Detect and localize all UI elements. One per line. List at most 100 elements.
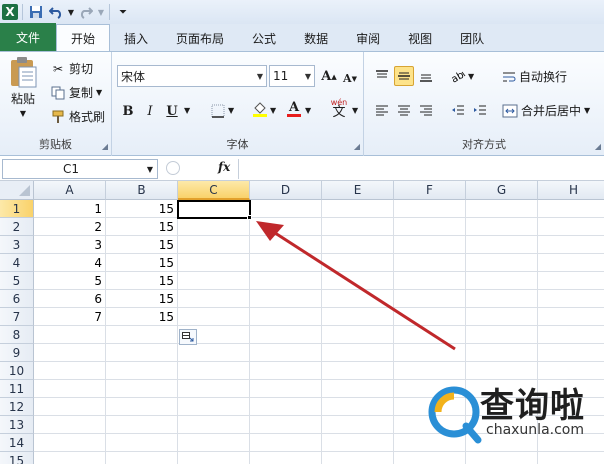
increase-indent-button[interactable] <box>470 100 490 120</box>
align-center-button[interactable] <box>394 100 414 120</box>
paste-button[interactable]: 粘贴 ▼ <box>8 56 38 118</box>
row-header-8[interactable]: 8 <box>0 326 34 344</box>
name-box[interactable]: C1 ▼ <box>2 159 158 179</box>
format-painter-button[interactable]: 格式刷 <box>50 108 105 125</box>
cell-d7[interactable] <box>250 308 322 326</box>
cut-button[interactable]: ✂ 剪切 <box>50 60 93 77</box>
bottom-align-button[interactable] <box>416 66 436 86</box>
cell-b11[interactable] <box>106 380 178 398</box>
cell-d9[interactable] <box>250 344 322 362</box>
top-align-button[interactable] <box>372 66 392 86</box>
cell-f4[interactable] <box>394 254 466 272</box>
cell-f9[interactable] <box>394 344 466 362</box>
tab-file[interactable]: 文件 <box>0 23 56 51</box>
cell-e10[interactable] <box>322 362 394 380</box>
cell-e5[interactable] <box>322 272 394 290</box>
cell-c15[interactable] <box>178 452 250 464</box>
align-left-button[interactable] <box>372 100 392 120</box>
copy-button[interactable]: 复制 ▼ <box>50 84 102 101</box>
cell-d5[interactable] <box>250 272 322 290</box>
cell-b9[interactable] <box>106 344 178 362</box>
tab-review[interactable]: 审阅 <box>342 25 394 51</box>
fill-handle[interactable] <box>247 215 252 220</box>
column-header-c[interactable]: C <box>178 181 250 200</box>
cell-a14[interactable] <box>34 434 106 452</box>
tab-page-layout[interactable]: 页面布局 <box>162 25 238 51</box>
cell-f6[interactable] <box>394 290 466 308</box>
cell-e8[interactable] <box>322 326 394 344</box>
row-header-6[interactable]: 6 <box>0 290 34 308</box>
cell-g6[interactable] <box>466 290 538 308</box>
cell-c10[interactable] <box>178 362 250 380</box>
middle-align-button[interactable] <box>394 66 414 86</box>
cell-e13[interactable] <box>322 416 394 434</box>
cell-d8[interactable] <box>250 326 322 344</box>
borders-dropdown-icon[interactable]: ▼ <box>228 106 234 115</box>
cell-e2[interactable] <box>322 218 394 236</box>
save-icon[interactable] <box>27 3 45 21</box>
shrink-font-button[interactable]: A ▼ <box>340 68 360 88</box>
wrap-text-button[interactable]: 自动换行 <box>502 68 567 85</box>
column-header-d[interactable]: D <box>250 181 322 200</box>
row-header-3[interactable]: 3 <box>0 236 34 254</box>
tab-view[interactable]: 视图 <box>394 25 446 51</box>
align-right-button[interactable] <box>416 100 436 120</box>
grow-font-button[interactable]: A ▲ <box>319 66 339 86</box>
row-header-14[interactable]: 14 <box>0 434 34 452</box>
cell-h2[interactable] <box>538 218 604 236</box>
merge-dropdown-icon[interactable]: ▼ <box>584 106 590 115</box>
cell-c2[interactable] <box>178 218 250 236</box>
column-header-g[interactable]: G <box>466 181 538 200</box>
cell-b10[interactable] <box>106 362 178 380</box>
orientation-dropdown-icon[interactable]: ▼ <box>468 72 474 81</box>
row-header-9[interactable]: 9 <box>0 344 34 362</box>
undo-dropdown-icon[interactable]: ▼ <box>67 3 75 21</box>
cell-c4[interactable] <box>178 254 250 272</box>
cell-e4[interactable] <box>322 254 394 272</box>
cell-a9[interactable] <box>34 344 106 362</box>
cell-d11[interactable] <box>250 380 322 398</box>
row-header-15[interactable]: 15 <box>0 452 34 464</box>
column-header-b[interactable]: B <box>106 181 178 200</box>
customize-toolbar-icon[interactable]: ⏷ <box>114 3 132 21</box>
orientation-button[interactable]: ab <box>448 66 468 86</box>
cell-d2[interactable] <box>250 218 322 236</box>
cell-b8[interactable] <box>106 326 178 344</box>
cell-b12[interactable] <box>106 398 178 416</box>
cell-g1[interactable] <box>466 200 538 218</box>
tab-formulas[interactable]: 公式 <box>238 25 290 51</box>
cell-g7[interactable] <box>466 308 538 326</box>
dialog-launcher-icon[interactable]: ◢ <box>354 142 360 151</box>
fill-color-dropdown-icon[interactable]: ▼ <box>270 106 276 115</box>
cell-b1[interactable]: 15 <box>106 200 178 218</box>
cell-h8[interactable] <box>538 326 604 344</box>
row-header-10[interactable]: 10 <box>0 362 34 380</box>
row-header-11[interactable]: 11 <box>0 380 34 398</box>
cell-h7[interactable] <box>538 308 604 326</box>
cell-a5[interactable]: 5 <box>34 272 106 290</box>
cell-d15[interactable] <box>250 452 322 464</box>
cell-b5[interactable]: 15 <box>106 272 178 290</box>
font-color-dropdown-icon[interactable]: ▼ <box>305 106 311 115</box>
font-name-combo[interactable]: 宋体 ▼ <box>117 65 267 87</box>
cell-a15[interactable] <box>34 452 106 464</box>
insert-function-icon[interactable]: fx <box>218 160 230 174</box>
cell-e6[interactable] <box>322 290 394 308</box>
cell-f1[interactable] <box>394 200 466 218</box>
dialog-launcher-icon[interactable]: ◢ <box>102 142 108 151</box>
cell-e1[interactable] <box>322 200 394 218</box>
cell-b13[interactable] <box>106 416 178 434</box>
cell-d12[interactable] <box>250 398 322 416</box>
cell-c14[interactable] <box>178 434 250 452</box>
column-header-f[interactable]: F <box>394 181 466 200</box>
cell-b4[interactable]: 15 <box>106 254 178 272</box>
cell-c12[interactable] <box>178 398 250 416</box>
cell-a6[interactable]: 6 <box>34 290 106 308</box>
row-header-12[interactable]: 12 <box>0 398 34 416</box>
cell-h1[interactable] <box>538 200 604 218</box>
cell-e12[interactable] <box>322 398 394 416</box>
cell-c13[interactable] <box>178 416 250 434</box>
row-header-5[interactable]: 5 <box>0 272 34 290</box>
cell-a2[interactable]: 2 <box>34 218 106 236</box>
cell-a7[interactable]: 7 <box>34 308 106 326</box>
